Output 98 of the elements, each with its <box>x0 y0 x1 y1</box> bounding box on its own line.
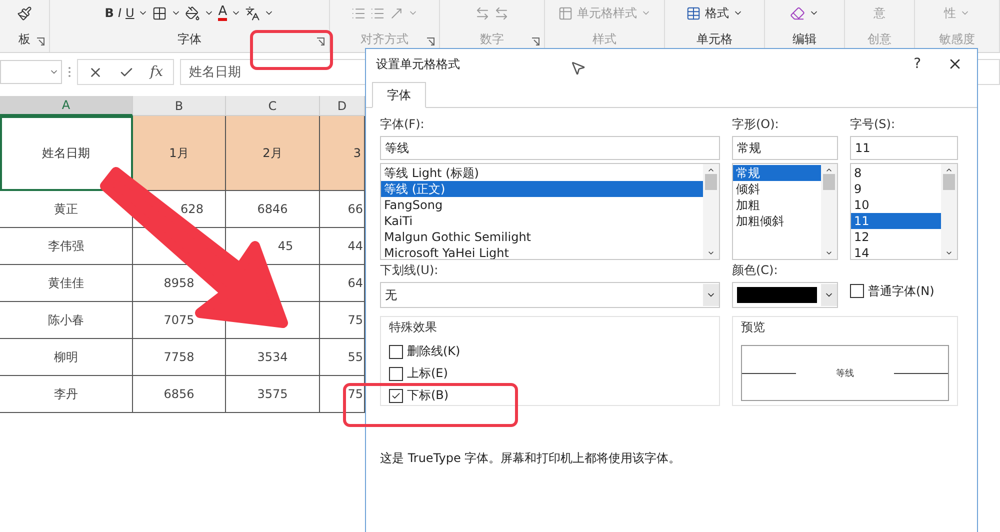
scroll-thumb[interactable] <box>943 174 955 190</box>
paint-bucket-icon[interactable] <box>185 6 200 20</box>
borders-icon[interactable] <box>152 6 168 20</box>
group-label: 对齐方式 <box>360 31 408 48</box>
list-item[interactable]: 等线 (正文) <box>381 181 703 197</box>
column-header[interactable]: D <box>320 96 365 116</box>
list-item[interactable]: 10 <box>851 197 941 213</box>
dialog-launcher-icon[interactable] <box>36 37 45 46</box>
list-item[interactable]: 加粗 <box>733 197 821 213</box>
font-note: 这是 TrueType 字体。屏幕和打印机上都将使用该字体。 <box>380 450 682 467</box>
list-item[interactable]: 常规 <box>733 165 821 181</box>
list-item[interactable]: 加粗倾斜 <box>733 213 821 229</box>
group-label: 数字 <box>480 31 504 48</box>
style-field[interactable]: 常规 <box>732 136 838 160</box>
table-cell: 3534 <box>226 339 320 376</box>
format-button[interactable]: B <box>104 6 114 20</box>
table-cell: 6856 <box>133 376 226 413</box>
list-item[interactable]: FangSong <box>381 197 703 213</box>
table-cell: 6846 <box>226 191 320 228</box>
font-field[interactable]: 等线 <box>380 136 720 160</box>
table-cell: 2月 <box>226 116 320 191</box>
table-cell: 1月 <box>133 116 226 191</box>
field-label: 字号(S): <box>850 116 896 133</box>
list-item[interactable]: 12 <box>851 229 941 245</box>
list-item[interactable]: 倾斜 <box>733 181 821 197</box>
tab[interactable]: 字体 <box>372 82 426 108</box>
help-button[interactable]: ? <box>902 56 933 72</box>
table-cell: 柳明 <box>0 339 133 376</box>
checkbox-label: 删除线(K) <box>407 343 460 360</box>
checkbox[interactable] <box>389 344 403 358</box>
list-item[interactable]: 11 <box>851 213 941 229</box>
table-cell: 3 <box>320 116 365 191</box>
group-label: 样式 <box>592 31 616 48</box>
insert-function-button[interactable]: fx <box>150 64 164 80</box>
list-item[interactable]: 14 <box>851 245 941 259</box>
underline-dropdown[interactable]: 无 <box>380 282 720 308</box>
dialog-launcher-icon[interactable] <box>316 37 325 46</box>
table-cell: 黄佳佳 <box>0 265 133 302</box>
group-label: 单元格 <box>696 31 732 48</box>
table-cell: 李伟强 <box>0 228 133 265</box>
ribbon-label[interactable]: 格式 <box>705 4 729 22</box>
group-label: 创意 <box>868 31 892 48</box>
checkbox[interactable] <box>389 388 403 402</box>
grip-icon <box>68 66 71 78</box>
table-cell: 陈小春 <box>0 302 133 339</box>
list-item[interactable]: KaiTi <box>381 213 703 229</box>
field-label: 字形(O): <box>732 116 780 133</box>
preview-text: 等线 <box>835 368 855 380</box>
checkmark-icon <box>391 390 401 400</box>
font-color-button[interactable]: A <box>218 5 228 21</box>
list-item[interactable]: 8 <box>851 165 941 181</box>
field-label: 下划线(U): <box>380 262 440 279</box>
mouse-pointer-icon <box>570 60 586 76</box>
scroll-down-icon[interactable] <box>945 249 953 257</box>
group-title: 特殊效果 <box>389 319 438 336</box>
eraser-icon[interactable] <box>790 6 805 20</box>
checkbox-label: 普通字体(N) <box>868 282 934 300</box>
column-header[interactable]: C <box>226 96 320 116</box>
scroll-down-icon[interactable] <box>707 249 715 257</box>
phonetic-icon[interactable] <box>245 6 260 20</box>
format-button[interactable]: U <box>126 6 134 20</box>
group-label: 板 <box>18 31 30 48</box>
checkbox[interactable] <box>850 284 864 298</box>
list-box[interactable]: 8 9 10 11 12 14 <box>850 163 958 260</box>
group-title: 预览 <box>741 319 766 336</box>
color-dropdown[interactable] <box>732 282 838 308</box>
checkbox-label: 下标(B) <box>407 387 449 404</box>
format-button[interactable]: I <box>118 6 122 20</box>
checkbox[interactable] <box>389 366 403 380</box>
scrollbar[interactable] <box>941 164 957 259</box>
list-item[interactable]: 9 <box>851 181 941 197</box>
scrollbar[interactable] <box>703 164 719 259</box>
list-item[interactable]: Malgun Gothic Semilight <box>381 229 703 245</box>
list-item[interactable]: 等线 Light (标题) <box>381 165 703 181</box>
table-cell: 李丹 <box>0 376 133 413</box>
checkbox-label: 上标(E) <box>407 365 448 382</box>
table-cell: 姓名日期 <box>0 116 133 191</box>
scroll-up-icon[interactable] <box>707 166 715 174</box>
column-header[interactable]: A <box>0 96 133 116</box>
size-field[interactable]: 11 <box>850 136 958 160</box>
scroll-down-icon[interactable] <box>825 249 833 257</box>
group-label: 敏感度 <box>939 31 975 48</box>
table-cell: 3575 <box>226 376 320 413</box>
table-icon[interactable] <box>686 6 701 20</box>
field-label: 字体(F): <box>380 116 426 133</box>
group-label: 字体 <box>178 31 202 48</box>
table-cell: 7758 <box>133 339 226 376</box>
scroll-up-icon[interactable] <box>825 166 833 174</box>
column-header[interactable]: B <box>133 96 226 116</box>
field-label: 颜色(C): <box>732 262 779 279</box>
scroll-up-icon[interactable] <box>945 166 953 174</box>
list-box[interactable]: 常规 倾斜 加粗 加粗倾斜 <box>732 163 838 260</box>
scroll-thumb[interactable] <box>823 174 835 190</box>
scrollbar[interactable] <box>821 164 837 259</box>
scroll-thumb[interactable] <box>705 174 717 190</box>
paintbrush-icon[interactable] <box>17 6 32 20</box>
dialog-title: 设置单元格格式 <box>376 56 460 72</box>
group-label: 编辑 <box>792 31 816 48</box>
